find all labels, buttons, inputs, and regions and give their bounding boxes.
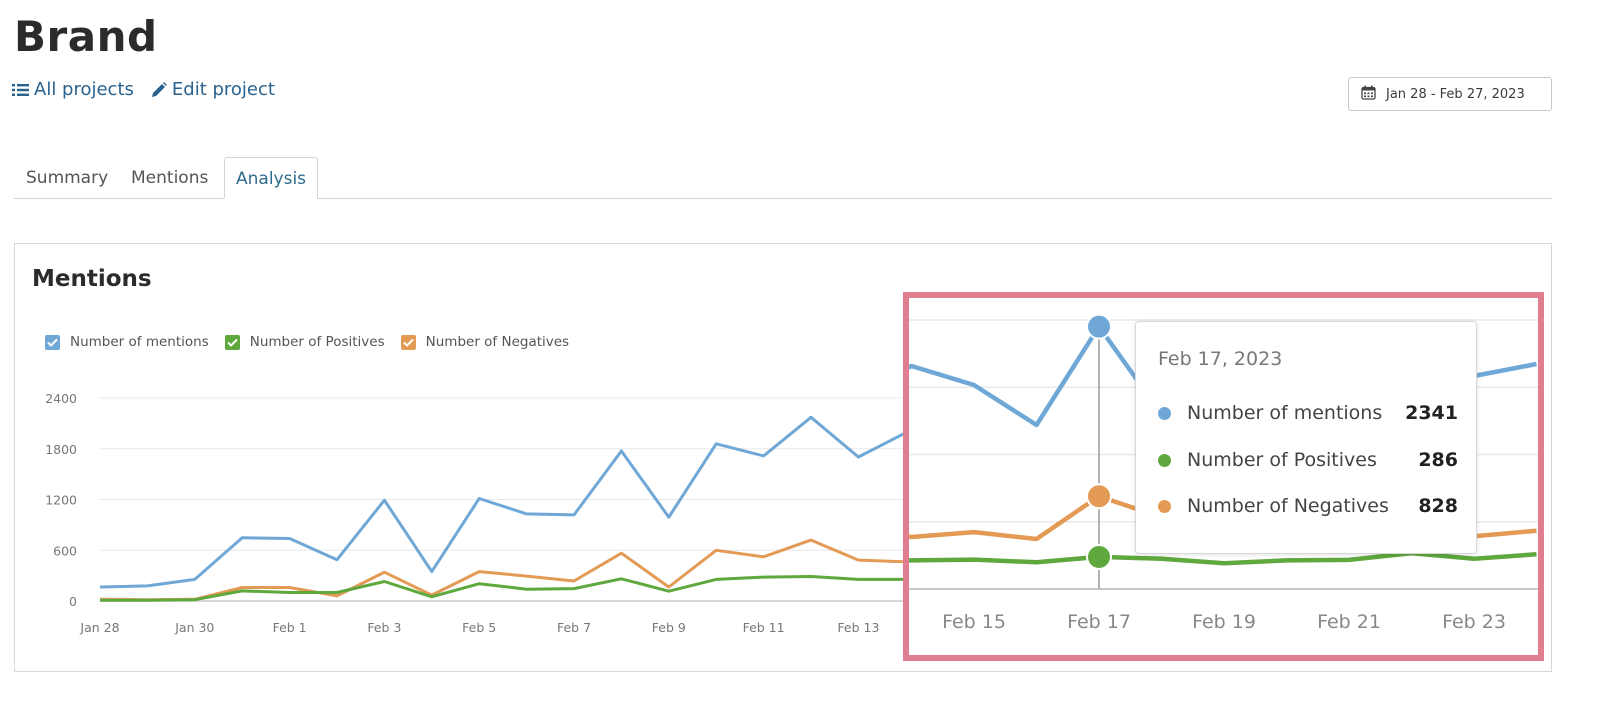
tooltip-value: 286 (1418, 449, 1458, 471)
all-projects-link[interactable]: All projects (12, 79, 134, 100)
legend-label: Number of Positives (249, 334, 385, 350)
y-tick-label: 0 (69, 594, 77, 609)
tab-analysis[interactable]: Analysis (224, 157, 319, 199)
panel-title: Mentions (32, 266, 152, 292)
x-tick-label: Feb 11 (743, 620, 785, 635)
dot-icon (1158, 499, 1171, 513)
inset-x-tick-label: Feb 15 (942, 611, 1006, 633)
tooltip-label: Number of Negatives (1187, 495, 1389, 517)
hover-marker-positives (1086, 543, 1112, 570)
y-tick-label: 1800 (45, 442, 77, 457)
x-tick-label: Jan 30 (174, 620, 214, 635)
tooltip-row-negatives: Number of Negatives 828 (1158, 492, 1458, 520)
tooltip-date: Feb 17, 2023 (1158, 348, 1283, 370)
legend-label: Number of Negatives (425, 334, 570, 350)
page-title: Brand (14, 12, 158, 61)
inset-x-tick-label: Feb 17 (1067, 611, 1131, 633)
y-tick-label: 2400 (45, 391, 77, 406)
tab-bar: Summary Mentions Analysis (14, 157, 1552, 199)
hover-marker-mentions (1086, 313, 1112, 340)
legend-item-positives[interactable]: Number of Positives (224, 334, 385, 350)
chart-legend: Number of mentions Number of Positives N… (45, 334, 569, 350)
y-tick-label: 600 (53, 543, 77, 558)
date-range-picker[interactable]: Jan 28 - Feb 27, 2023 (1348, 77, 1552, 111)
all-projects-label: All projects (34, 79, 134, 100)
date-range-label: Jan 28 - Feb 27, 2023 (1386, 86, 1525, 102)
y-tick-label: 1200 (45, 493, 77, 508)
inset-series-line-positives (909, 550, 1537, 566)
edit-project-label: Edit project (171, 79, 275, 100)
dot-icon (1158, 406, 1171, 420)
inset-x-tick-label: Feb 19 (1192, 611, 1256, 633)
tab-summary[interactable]: Summary (26, 157, 108, 199)
x-tick-label: Feb 5 (462, 620, 496, 635)
calendar-icon (1361, 85, 1376, 104)
tooltip-row-mentions: Number of mentions 2341 (1158, 399, 1458, 427)
legend-label: Number of mentions (70, 334, 209, 350)
project-nav: All projects Edit project (12, 79, 275, 100)
checkbox-checked-icon[interactable] (45, 334, 60, 350)
inset-x-tick-label: Feb 21 (1317, 611, 1381, 633)
x-tick-label: Feb 3 (367, 620, 401, 635)
tooltip-label: Number of mentions (1187, 402, 1383, 424)
pencil-icon (150, 81, 168, 98)
checkbox-checked-icon[interactable] (224, 334, 240, 350)
checkbox-checked-icon[interactable] (400, 334, 416, 350)
tooltip-row-positives: Number of Positives 286 (1158, 446, 1458, 474)
list-icon (12, 83, 30, 97)
x-tick-label: Feb 9 (652, 620, 686, 635)
x-tick-label: Jan 28 (79, 620, 119, 635)
x-tick-label: Feb 13 (837, 620, 879, 635)
dot-icon (1158, 453, 1171, 467)
hover-marker-negatives (1086, 483, 1112, 510)
legend-item-mentions[interactable]: Number of mentions (45, 334, 209, 350)
inset-x-tick-label: Feb 23 (1442, 611, 1506, 633)
edit-project-link[interactable]: Edit project (150, 79, 275, 100)
tooltip-label: Number of Positives (1187, 449, 1377, 471)
tab-mentions[interactable]: Mentions (131, 157, 208, 199)
legend-item-negatives[interactable]: Number of Negatives (400, 334, 570, 350)
tooltip-value: 2341 (1405, 402, 1458, 424)
zoom-highlight-inset: Feb 15 Feb 17 Feb 19 Feb 21 Feb 23 Feb 17, 2… (903, 292, 1544, 661)
tooltip-value: 828 (1418, 495, 1458, 517)
x-tick-label: Feb 7 (557, 620, 591, 635)
chart-tooltip: Feb 17, 2023 Number of mentions 2341 Num… (1135, 321, 1477, 554)
x-tick-label: Feb 1 (273, 620, 307, 635)
